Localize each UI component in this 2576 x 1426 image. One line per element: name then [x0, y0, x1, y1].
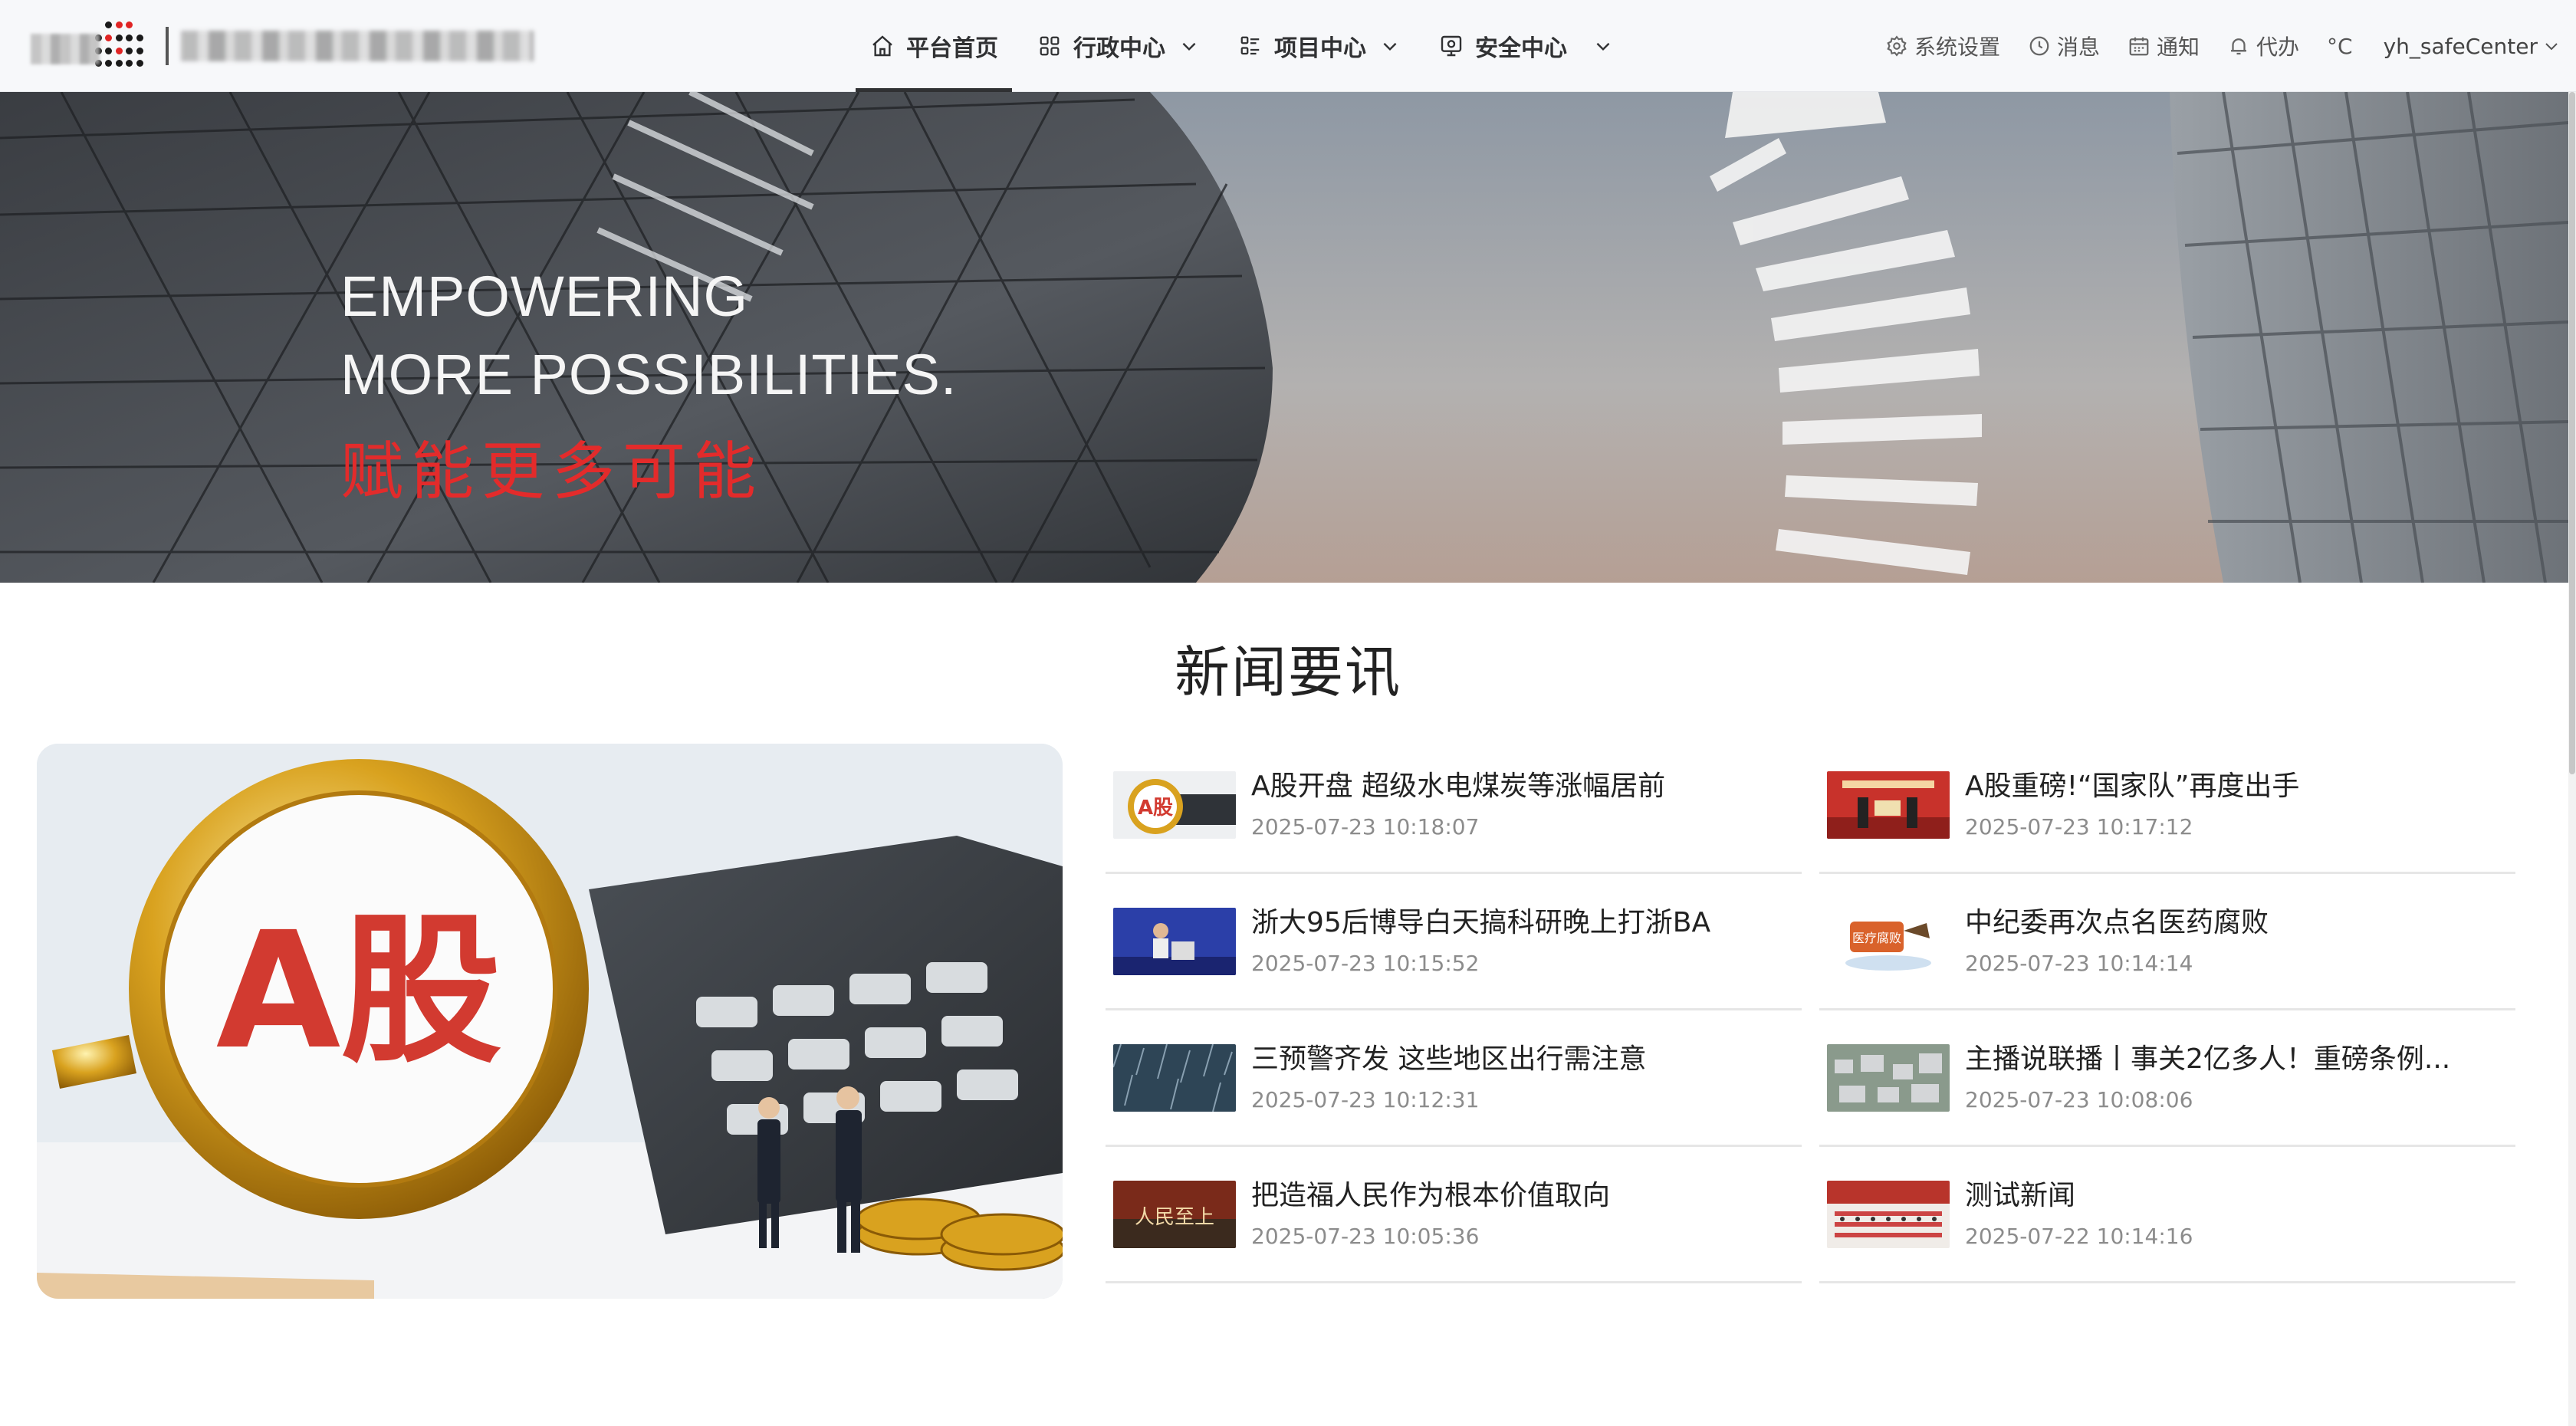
top-header: 平台首页 行政中心 项目中心 安全中心 系统设置 消息 通知 代办 °C yh_…	[0, 0, 2576, 92]
todo-button[interactable]: 代办	[2227, 31, 2299, 61]
logo-dot-grid	[95, 21, 144, 71]
nav-safety-label: 安全中心	[1475, 35, 1567, 62]
news-title: 三预警齐发 这些地区出行需注意	[1251, 1043, 1647, 1075]
news-title: A股重磅!“国家队”再度出手	[1965, 770, 2300, 802]
news-title: 浙大95后博导白天搞科研晚上打浙BA	[1251, 907, 1711, 938]
news-item[interactable]: 浙大95后博导白天搞科研晚上打浙BA 2025-07-23 10:15:52	[1106, 880, 1802, 1010]
news-thumbnail: 人民至上	[1113, 1181, 1236, 1248]
header-tools: 系统设置 消息 通知 代办 °C yh_safeCenter	[1858, 0, 2561, 92]
news-time: 2025-07-23 10:17:12	[1965, 814, 2193, 840]
news-item[interactable]: 主播说联播丨事关2亿多人！重磅条例... 2025-07-23 10:08:06	[1819, 1017, 2515, 1147]
news-thumbnail: A股	[1113, 771, 1236, 839]
people-first-thumbnail-image: 人民至上	[1113, 1181, 1236, 1248]
svg-text:医疗腐败: 医疗腐败	[1852, 931, 1901, 945]
svg-text:A股: A股	[1138, 797, 1173, 820]
stock-market-magnifier-illustration: A股	[37, 744, 1063, 1299]
meeting-hall-thumbnail-image	[1827, 1181, 1950, 1248]
chevron-down-icon	[1383, 42, 1397, 51]
news-thumbnail	[1827, 1181, 1950, 1248]
gear-icon	[1885, 34, 1908, 58]
hero-banner: EMPOWERING MORE POSSIBILITIES. 赋能更多可能	[0, 92, 2568, 583]
svg-text:人民至上: 人民至上	[1135, 1206, 1214, 1229]
logo-blurred-name	[181, 31, 534, 61]
news-item[interactable]: A股 A股开盘 超级水电煤炭等涨幅居前 2025-07-23 10:18:07	[1106, 744, 1802, 874]
news-title: 把造福人民作为根本价值取向	[1251, 1180, 1611, 1211]
page-scrollbar[interactable]	[2568, 92, 2576, 1426]
settings-label: 系统设置	[1914, 34, 2000, 60]
news-item[interactable]: 医疗腐败 中纪委再次点名医药腐败 2025-07-23 10:14:14	[1819, 880, 2515, 1010]
logo-separator	[166, 27, 169, 65]
news-time: 2025-07-23 10:15:52	[1251, 951, 1480, 976]
news-time: 2025-07-22 10:14:16	[1965, 1224, 2193, 1249]
news-section-title: 新闻要讯	[1175, 640, 1402, 705]
bell-icon	[2227, 34, 2250, 58]
logo-blurred-mark	[31, 34, 100, 64]
news-time: 2025-07-23 10:05:36	[1251, 1224, 1480, 1249]
messages-label: 消息	[2057, 34, 2101, 60]
logo[interactable]	[31, 21, 534, 71]
calendar-icon	[2128, 34, 2150, 58]
banner-slogan-en: EMPOWERING MORE POSSIBILITIES.	[340, 258, 957, 414]
notices-label: 通知	[2157, 34, 2200, 60]
banner-line-1: EMPOWERING	[340, 264, 749, 328]
nav-project-label: 项目中心	[1274, 35, 1366, 62]
news-thumbnail	[1113, 1044, 1236, 1112]
news-title: 中纪委再次点名医药腐败	[1965, 907, 2269, 938]
anti-corruption-thumbnail-image: 医疗腐败	[1827, 908, 1950, 975]
nav-home-label: 平台首页	[906, 35, 998, 62]
news-thumbnail	[1113, 908, 1236, 975]
nav-home[interactable]: 平台首页	[856, 0, 1012, 92]
weather-indicator: °C	[2327, 34, 2353, 59]
news-title: 测试新闻	[1965, 1180, 2076, 1211]
news-item[interactable]: 测试新闻 2025-07-22 10:14:16	[1819, 1153, 2515, 1283]
todo-label: 代办	[2256, 34, 2300, 60]
news-item[interactable]: 三预警齐发 这些地区出行需注意 2025-07-23 10:12:31	[1106, 1017, 1802, 1147]
nav-safety-center[interactable]: 安全中心	[1424, 0, 1627, 92]
user-menu[interactable]: yh_safeCenter	[2384, 34, 2561, 59]
system-settings-button[interactable]: 系统设置	[1885, 31, 2000, 61]
news-item[interactable]: 人民至上 把造福人民作为根本价值取向 2025-07-23 10:05:36	[1106, 1153, 1802, 1283]
city-aerial-thumbnail-image	[1827, 1044, 1950, 1112]
nav-project-center[interactable]: 项目中心	[1224, 0, 1414, 92]
main-nav: 平台首页 行政中心 项目中心 安全中心	[856, 0, 1627, 92]
scrollbar-thumb[interactable]	[2569, 92, 2575, 774]
news-item[interactable]: A股重磅!“国家队”再度出手 2025-07-23 10:17:12	[1819, 744, 2515, 874]
news-thumbnail	[1827, 1044, 1950, 1112]
banner-line-2: MORE POSSIBILITIES.	[340, 343, 958, 406]
feature-image-text: A股	[216, 897, 502, 1085]
news-thumbnail: 医疗腐败	[1827, 908, 1950, 975]
news-time: 2025-07-23 10:18:07	[1251, 814, 1480, 840]
nav-admin-center[interactable]: 行政中心	[1023, 0, 1213, 92]
news-time: 2025-07-23 10:14:14	[1965, 951, 2193, 976]
nav-admin-label: 行政中心	[1073, 35, 1165, 62]
home-icon	[869, 33, 895, 59]
feature-news-image[interactable]: A股	[37, 744, 1063, 1299]
list-icon	[1237, 33, 1263, 59]
banner-slogan-cn: 赋能更多可能	[340, 435, 764, 508]
lecture-thumbnail-image	[1113, 908, 1236, 975]
notices-button[interactable]: 通知	[2128, 31, 2200, 61]
monitor-icon	[1438, 33, 1464, 59]
news-title: A股开盘 超级水电煤炭等涨幅居前	[1251, 770, 1666, 802]
ceremony-thumbnail-image	[1827, 771, 1950, 839]
username: yh_safeCenter	[2383, 33, 2538, 59]
chevron-down-icon	[2545, 43, 2558, 51]
news-thumbnail	[1827, 771, 1950, 839]
weather-label: °C	[2327, 33, 2353, 59]
clock-icon	[2028, 34, 2051, 58]
a-share-thumbnail-image: A股	[1113, 771, 1236, 839]
chevron-down-icon	[1596, 42, 1610, 51]
chevron-down-icon	[1182, 42, 1196, 51]
news-time: 2025-07-23 10:08:06	[1965, 1087, 2193, 1112]
news-title: 主播说联播丨事关2亿多人！重磅条例...	[1965, 1043, 2451, 1075]
news-time: 2025-07-23 10:12:31	[1251, 1087, 1480, 1112]
messages-button[interactable]: 消息	[2028, 31, 2100, 61]
rain-thumbnail-image	[1113, 1044, 1236, 1112]
grid-icon	[1037, 33, 1063, 59]
